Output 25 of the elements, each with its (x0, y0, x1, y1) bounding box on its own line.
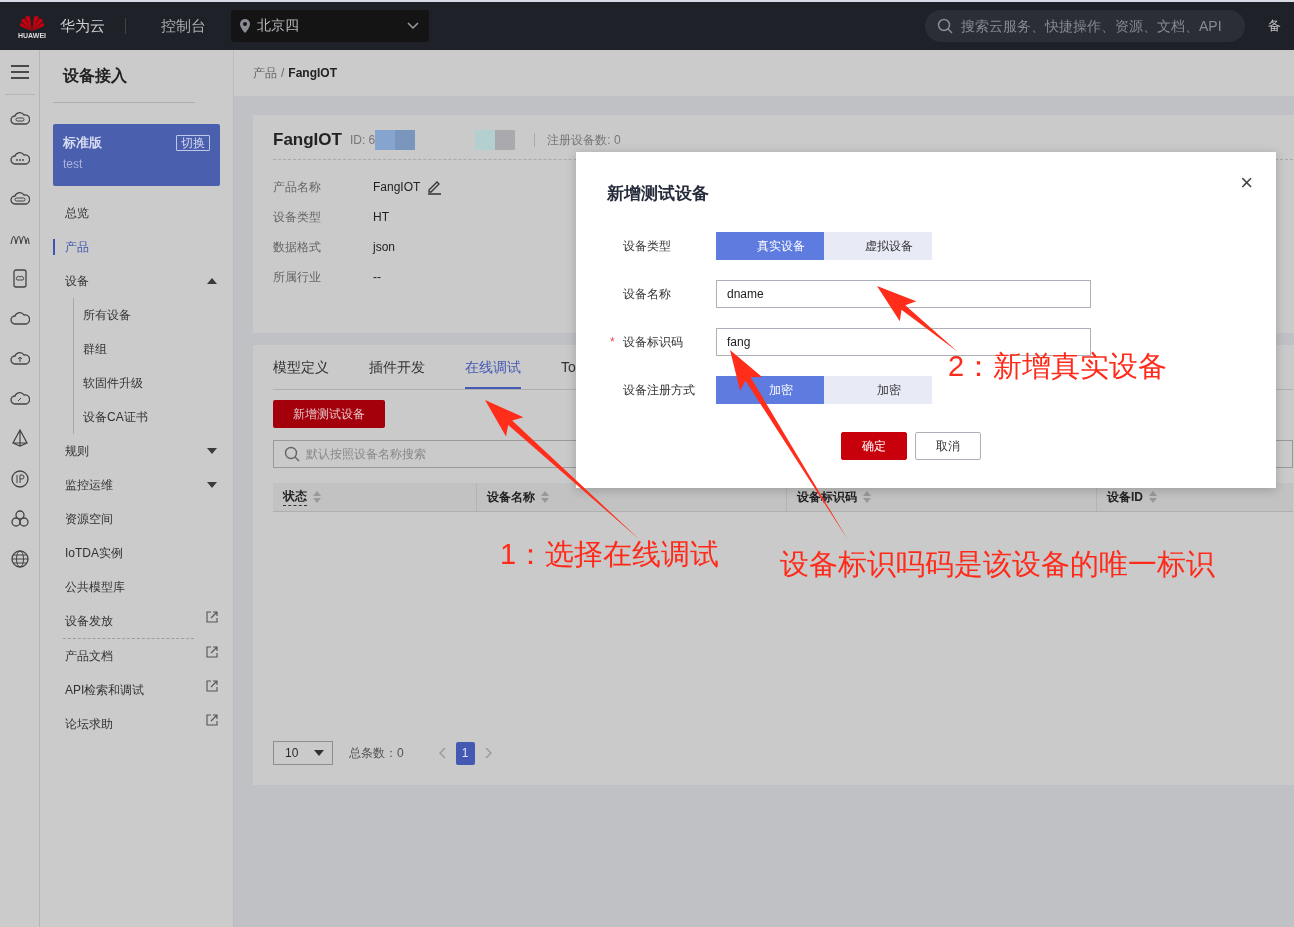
total-count: 总条数：0 (349, 744, 404, 762)
form-label: 设备标识码 (623, 334, 683, 349)
annotation-text: 1：选择在线调试 (500, 537, 720, 572)
field-label: 数据格式 (273, 239, 322, 255)
field-value: -- (373, 269, 381, 285)
instance-name: test (63, 157, 84, 171)
sidebar-title: 设备接入 (53, 50, 195, 103)
field-value: HT (373, 209, 389, 225)
field-label: 设备类型 (273, 209, 322, 225)
field-label: 所属行业 (273, 269, 322, 285)
product-id: ID: 6 (349, 133, 376, 147)
form-label: 设备注册方式 (623, 382, 695, 397)
required-mark: * (610, 334, 615, 349)
field-label: 产品名称 (273, 179, 322, 195)
form-label: 设备类型 (623, 238, 671, 253)
edition-label: 标准版 (63, 134, 102, 152)
form-label: 设备名称 (623, 286, 671, 301)
dialog-title: 新增测试设备 (607, 183, 709, 205)
field-value: json (373, 239, 395, 255)
breadcrumb-separator: / (281, 66, 285, 80)
annotation-text: 设备标识吗码是该设备的唯一标识 (780, 547, 1215, 582)
product-name: FangIOT (273, 130, 342, 150)
field-value: FangIOT (373, 179, 421, 195)
device-count: 注册设备数: 0 (547, 131, 621, 149)
breadcrumb-item: FangIOT (288, 66, 337, 80)
